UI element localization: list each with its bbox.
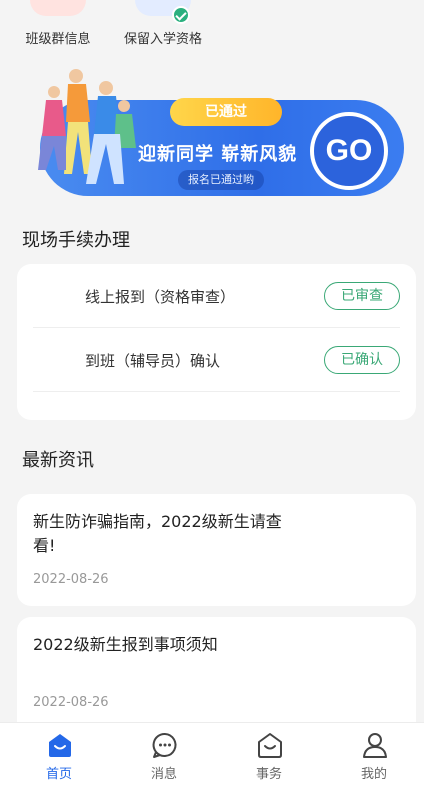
welcome-banner[interactable]: 已通过 迎新同学 崭新风貌 报名已通过哟 GO — [28, 62, 408, 202]
check-icon — [172, 6, 190, 24]
message-icon — [152, 732, 177, 758]
home-scroll-area[interactable]: 班级群信息 保留入学资格 已通过 迎新同学 崭新风貌 报名已通过哟 GO 现场手… — [0, 0, 424, 722]
tab-messages[interactable]: 消息 — [111, 723, 217, 788]
news-title: 新生防诈骗指南，2022级新生请查看! — [33, 512, 282, 555]
quick-action-label: 班级群信息 — [25, 32, 91, 47]
tab-affairs[interactable]: 事务 — [216, 723, 322, 788]
students-illustration — [38, 69, 136, 184]
procedure-row-online-checkin[interactable]: 线上报到（资格审查） 已审查 — [33, 264, 400, 328]
tab-profile[interactable]: 我的 — [321, 723, 424, 788]
status-badge-label: 已审查 — [341, 288, 383, 304]
banner-subtitle-text: 报名已通过哟 — [188, 173, 254, 186]
procedure-row-class-confirm[interactable]: 到班（辅导员）确认 已确认 — [33, 328, 400, 392]
profile-icon — [363, 733, 387, 758]
approved-tag: 已通过 — [170, 98, 282, 126]
affairs-icon — [258, 733, 282, 758]
tab-label: 消息 — [150, 767, 177, 782]
tab-home[interactable]: 首页 — [6, 723, 112, 788]
news-section-title: 最新资讯 — [22, 450, 94, 471]
tab-label: 事务 — [255, 767, 282, 782]
procedure-label: 到班（辅导员）确认 — [85, 352, 221, 370]
tab-label: 首页 — [45, 767, 72, 782]
banner-slogan: 迎新同学 崭新风貌 — [138, 144, 298, 165]
news-title: 2022级新生报到事项须知 — [33, 635, 218, 654]
bottom-tab-bar: 首页 消息 事务 我的 — [0, 722, 424, 788]
go-button[interactable]: GO — [310, 112, 388, 190]
news-item[interactable]: 2022级新生报到事项须知 2022-08-26 — [17, 617, 416, 722]
procedures-section-title: 现场手续办理 — [22, 230, 130, 251]
news-item[interactable]: 新生防诈骗指南，2022级新生请查看! 2022-08-26 — [17, 494, 416, 606]
status-badge: 已确认 — [324, 346, 400, 374]
class-group-icon — [30, 0, 86, 16]
procedure-label: 线上报到（资格审查） — [85, 288, 236, 306]
banner-subtitle: 报名已通过哟 — [178, 170, 264, 190]
news-date: 2022-08-26 — [33, 695, 109, 710]
go-button-label: GO — [325, 134, 373, 167]
status-badge: 已审查 — [324, 282, 400, 310]
approved-tag-label: 已通过 — [205, 104, 247, 120]
news-date: 2022-08-26 — [33, 572, 109, 587]
quick-actions: 班级群信息 保留入学资格 — [0, 0, 424, 62]
quick-action-label: 保留入学资格 — [123, 32, 202, 47]
status-badge-label: 已确认 — [341, 352, 383, 368]
tab-label: 我的 — [360, 767, 387, 782]
home-icon — [49, 734, 71, 757]
procedures-card: 线上报到（资格审查） 已审查 到班（辅导员）确认 已确认 — [17, 264, 416, 420]
